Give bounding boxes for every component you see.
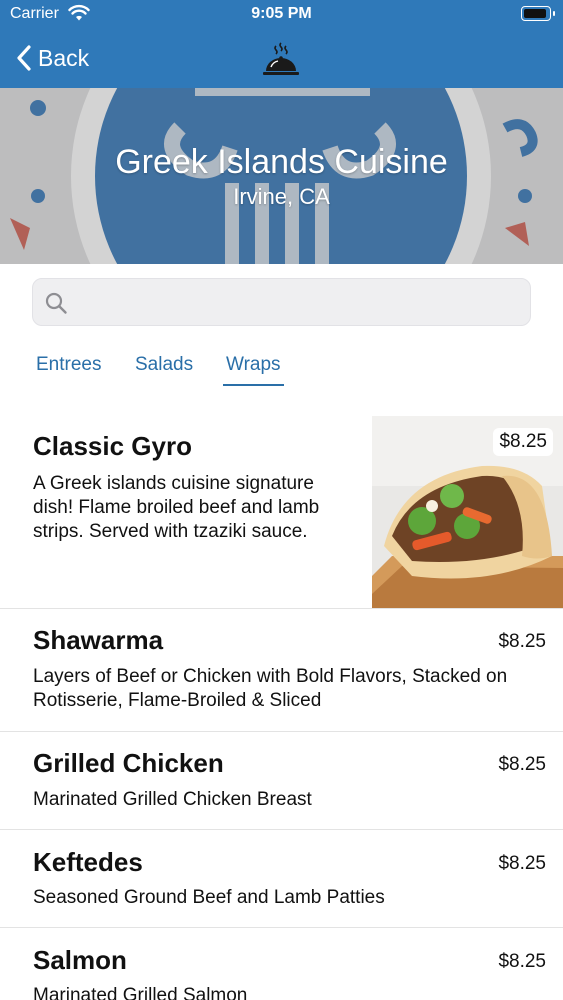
tab-wraps[interactable]: Wraps [223,354,284,386]
menu-search-bar [32,278,531,326]
item-name: Shawarma [33,625,164,655]
item-description: A Greek islands cuisine signature dish! … [33,473,320,542]
battery-level [524,9,546,18]
search-icon [45,292,67,314]
back-label: Back [38,44,90,71]
tab-salads[interactable]: Salads [135,354,193,376]
item-description: Marinated Grilled Salmon [33,985,248,1000]
tab-entrees[interactable]: Entrees [36,354,101,376]
item-name: Keftedes [33,847,143,877]
item-description: Layers of Beef or Chicken with Bold Flav… [33,666,508,711]
item-price: $8.25 [498,853,546,874]
item-price: $8.25 [493,428,553,456]
item-price: $8.25 [498,951,546,972]
item-name: Salmon [33,945,127,975]
item-description: Marinated Grilled Chicken Breast [33,789,312,810]
cloche-icon [263,42,299,75]
item-name: Classic Gyro [33,431,192,461]
item-price: $8.25 [498,631,546,652]
menu-item-keftedes[interactable]: Keftedes $8.25 Seasoned Ground Beef and … [0,830,563,928]
nav-bar: Back [0,30,563,88]
menu-item-salmon[interactable]: Salmon $8.25 Marinated Grilled Salmon [0,928,563,1000]
restaurant-name: Greek Islands Cuisine [115,143,448,181]
restaurant-hero: Greek Islands Cuisine Irvine, CA [0,88,563,264]
search-input[interactable] [77,279,517,325]
item-name: Grilled Chicken [33,748,224,778]
restaurant-location: Irvine, CA [233,184,330,209]
menu-item-classic-gyro[interactable]: Classic Gyro A Greek islands cuisine sig… [0,416,563,609]
item-photo: $8.25 [372,416,563,608]
menu-item-shawarma[interactable]: Shawarma $8.25 Layers of Beef or Chicken… [0,609,563,732]
back-button[interactable]: Back [16,40,89,76]
chevron-left-icon [17,45,31,71]
status-bar: Carrier 9:05 PM [0,0,563,30]
menu-item-grilled-chicken[interactable]: Grilled Chicken $8.25 Marinated Grilled … [0,732,563,830]
category-tabs: Entrees Salads Wraps [0,346,563,386]
battery-icon [521,6,555,21]
status-time: 9:05 PM [251,5,312,22]
item-description: Seasoned Ground Beef and Lamb Patties [33,887,385,908]
item-price: $8.25 [498,754,546,775]
top-bar: Carrier 9:05 PM Back [0,0,563,88]
